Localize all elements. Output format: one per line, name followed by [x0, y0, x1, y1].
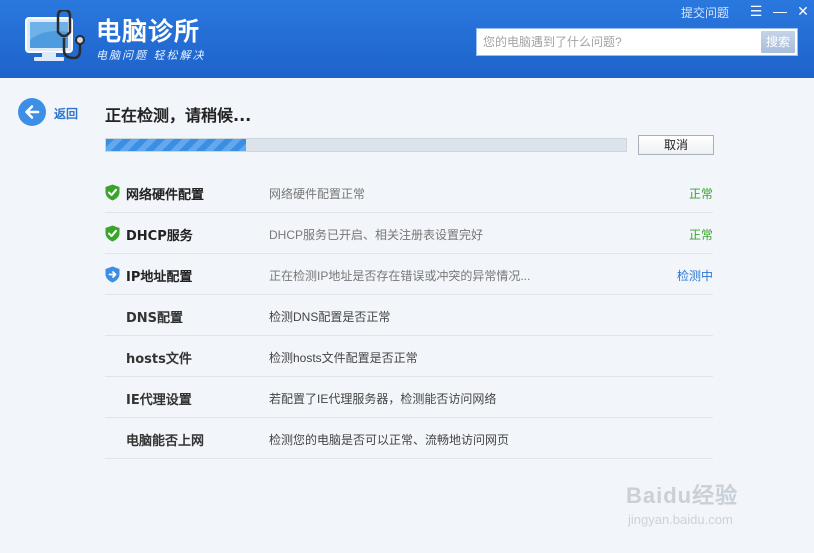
- diagnostic-item-description: 若配置了IE代理服务器，检测能否访问网络: [269, 392, 497, 406]
- diagnostic-item-name: 网络硬件配置: [126, 188, 205, 203]
- diagnostic-row: DNS配置 检测DNS配置是否正常: [105, 295, 713, 336]
- diagnostic-row: IE代理设置 若配置了IE代理服务器，检测能否访问网络: [105, 377, 713, 418]
- shield-arrow-icon: [105, 266, 120, 283]
- minimize-icon[interactable]: —: [771, 2, 789, 20]
- search-input[interactable]: [477, 29, 761, 55]
- diagnostic-item-description: 网络硬件配置正常: [269, 187, 366, 201]
- diagnostic-item-description: DHCP服务已开启、相关注册表设置完好: [269, 228, 484, 242]
- app-title: 电脑诊所: [96, 17, 201, 46]
- diagnostic-row: IP地址配置 正在检测IP地址是否存在错误或冲突的异常情况... 检测中: [105, 254, 713, 295]
- scan-progress-fill: [106, 139, 247, 151]
- app-slogan: 电脑问题 轻松解决: [96, 49, 206, 62]
- diagnostic-item-status: 正常: [688, 228, 713, 242]
- diagnostic-row: 电脑能否上网 检测您的电脑是否可以正常、流畅地访问网页: [105, 418, 713, 459]
- close-icon[interactable]: ✕: [794, 2, 812, 20]
- diagnostic-item-name: DNS配置: [126, 311, 184, 326]
- diagnostic-item-description: 检测DNS配置是否正常: [269, 310, 391, 324]
- back-arrow-icon: [18, 98, 46, 126]
- monitor-stethoscope-icon: [25, 10, 85, 61]
- diagnostic-row: 网络硬件配置 网络硬件配置正常 正常: [105, 172, 713, 213]
- scan-status-title: 正在检测，请稍候...: [105, 106, 252, 125]
- diagnostic-item-status: 正常: [688, 187, 713, 201]
- header-bar: 电脑诊所 电脑问题 轻松解决 提交问题 ☰ — ✕ 搜索: [0, 0, 814, 78]
- diagnostic-item-name: IE代理设置: [126, 393, 192, 408]
- diagnostic-row: DHCP服务 DHCP服务已开启、相关注册表设置完好 正常: [105, 213, 713, 254]
- shield-check-icon: [105, 184, 120, 201]
- submit-problem-link[interactable]: 提交问题: [681, 4, 729, 21]
- diagnostic-item-description: 正在检测IP地址是否存在错误或冲突的异常情况...: [269, 269, 531, 283]
- diagnostic-row: hosts文件 检测hosts文件配置是否正常: [105, 336, 713, 377]
- back-label: 返回: [54, 107, 79, 121]
- diagnostic-item-name: DHCP服务: [126, 229, 193, 244]
- search-button[interactable]: 搜索: [761, 31, 795, 53]
- diagnostic-item-name: hosts文件: [126, 352, 192, 367]
- shield-check-icon: [105, 225, 120, 242]
- diagnostic-item-status: 检测中: [676, 269, 713, 283]
- diagnostic-item-description: 检测hosts文件配置是否正常: [269, 351, 418, 365]
- back-button[interactable]: 返回: [18, 98, 88, 126]
- diagnostic-item-name: IP地址配置: [126, 270, 193, 285]
- scan-progress-bar: [105, 138, 627, 152]
- menu-icon[interactable]: ☰: [747, 2, 765, 20]
- watermark-url: jingyan.baidu.com: [628, 512, 733, 527]
- diagnostic-item-description: 检测您的电脑是否可以正常、流畅地访问网页: [269, 433, 510, 447]
- search-box: 搜索: [476, 28, 798, 56]
- watermark-logo: Baidu经验: [626, 483, 739, 508]
- cancel-button[interactable]: 取消: [638, 135, 714, 155]
- diagnostic-item-name: 电脑能否上网: [126, 434, 205, 449]
